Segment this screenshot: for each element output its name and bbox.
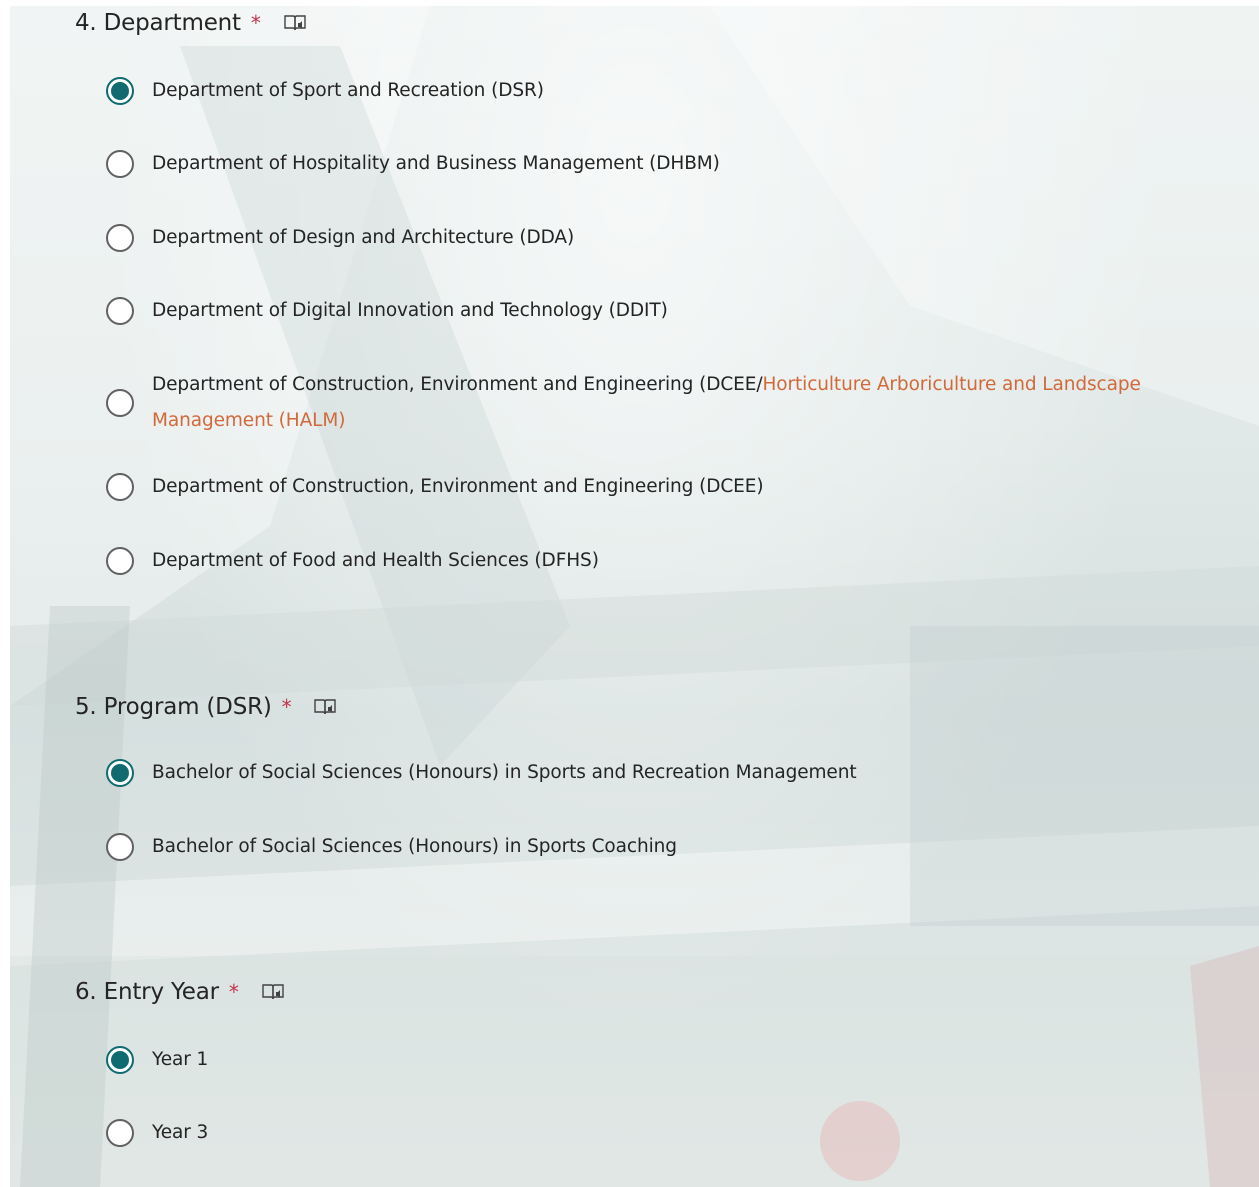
radio-option-ddit[interactable]: Department of Digital Innovation and Tec…	[106, 293, 668, 329]
question-title-program: 5. Program (DSR) *	[75, 694, 337, 720]
option-label: Department of Digital Innovation and Tec…	[152, 300, 668, 321]
option-label: Department of Sport and Recreation (DSR)	[152, 80, 544, 101]
radio-option-year-1[interactable]: Year 1	[106, 1042, 208, 1078]
radio-button-selected[interactable]	[106, 759, 134, 787]
option-label-multiline: Department of Construction, Environment …	[152, 367, 1162, 439]
option-label: Department of Design and Architecture (D…	[152, 227, 575, 248]
option-label: Department of Hospitality and Business M…	[152, 153, 720, 174]
option-label: Department of Construction, Environment …	[152, 476, 764, 497]
form-page: 4. Department * Department of Sport and …	[0, 0, 1259, 1187]
radio-option-dsr[interactable]: Department of Sport and Recreation (DSR)	[106, 73, 544, 109]
form-content: 4. Department * Department of Sport and …	[0, 0, 1259, 1187]
radio-option-dfhs[interactable]: Department of Food and Health Sciences (…	[106, 543, 599, 579]
radio-option-sports-recreation-management[interactable]: Bachelor of Social Sciences (Honours) in…	[106, 755, 857, 791]
option-label-highlight-line1: Horticulture Arboriculture and Landscape	[762, 374, 1141, 395]
radio-button[interactable]	[106, 473, 134, 501]
radio-button[interactable]	[106, 833, 134, 861]
radio-option-dda[interactable]: Department of Design and Architecture (D…	[106, 220, 574, 256]
radio-button-selected[interactable]	[106, 77, 134, 105]
option-label: Year 3	[152, 1122, 209, 1143]
radio-button[interactable]	[106, 389, 134, 417]
option-label: Bachelor of Social Sciences (Honours) in…	[152, 762, 857, 783]
radio-option-dcee[interactable]: Department of Construction, Environment …	[106, 469, 764, 505]
question-title-text: 6. Entry Year	[75, 979, 219, 1005]
immersive-reader-icon[interactable]	[283, 13, 307, 33]
immersive-reader-icon[interactable]	[313, 697, 337, 717]
required-asterisk: *	[228, 980, 239, 1004]
radio-button-selected[interactable]	[106, 1046, 134, 1074]
radio-button[interactable]	[106, 1119, 134, 1147]
option-label: Year 1	[152, 1049, 209, 1070]
radio-option-dcee-halm[interactable]: Department of Construction, Environment …	[106, 367, 1162, 439]
radio-button[interactable]	[106, 224, 134, 252]
question-title-text: 4. Department	[75, 10, 241, 36]
option-label-highlight-line2: Management (HALM)	[152, 410, 346, 431]
option-label-prefix: Department of Construction, Environment …	[152, 374, 763, 395]
question-title-text: 5. Program (DSR)	[75, 694, 272, 720]
option-label: Department of Food and Health Sciences (…	[152, 550, 599, 571]
option-label: Bachelor of Social Sciences (Honours) in…	[152, 836, 677, 857]
radio-button[interactable]	[106, 297, 134, 325]
radio-option-year-3[interactable]: Year 3	[106, 1115, 208, 1151]
required-asterisk: *	[250, 11, 261, 35]
radio-option-sports-coaching[interactable]: Bachelor of Social Sciences (Honours) in…	[106, 829, 677, 865]
immersive-reader-icon[interactable]	[261, 982, 285, 1002]
radio-button[interactable]	[106, 547, 134, 575]
radio-option-dhbm[interactable]: Department of Hospitality and Business M…	[106, 146, 720, 182]
question-title-entry-year: 6. Entry Year *	[75, 979, 285, 1005]
required-asterisk: *	[281, 695, 292, 719]
radio-button[interactable]	[106, 150, 134, 178]
question-title-department: 4. Department *	[75, 10, 307, 36]
